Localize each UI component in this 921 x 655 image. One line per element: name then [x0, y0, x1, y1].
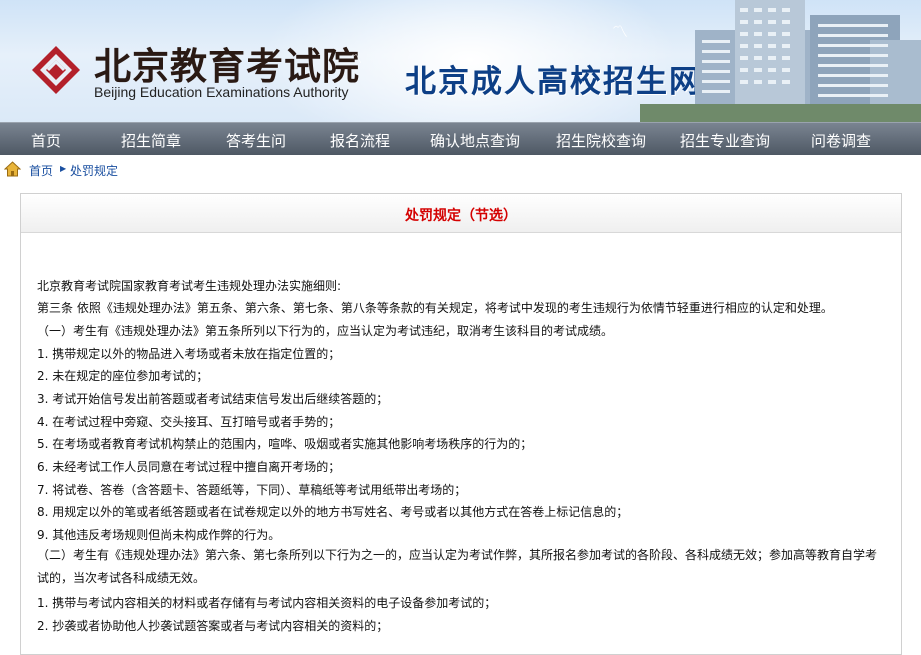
article-line: 3. 考试开始信号发出前答题或者考试结束信号发出后继续答题的；: [37, 392, 389, 406]
article-header: 处罚规定（节选）: [21, 194, 901, 233]
breadcrumb-separator-icon: ▶: [60, 164, 67, 173]
org-name-cn: 北京教育考试院: [94, 44, 360, 88]
article-paragraph: （二）考生有《违规处理办法》第六条、第七条所列以下行为之一的，应当认定为考试作弊…: [37, 548, 878, 585]
bird-icon: 〽: [350, 52, 363, 66]
article-line: 2. 抄袭或者协助他人抄袭试题答案或者与考试内容相关的资料的；: [37, 619, 389, 633]
nav-item-survey[interactable]: 问卷调查: [811, 130, 871, 151]
article-line: 8. 用规定以外的笔或者纸答题或者在试卷规定以外的地方书写姓名、考号或者以其他方…: [37, 505, 629, 519]
nav-item-home[interactable]: 首页: [31, 130, 61, 151]
article-line: （一）考生有《违规处理办法》第五条所列以下行为的，应当认定为考试违纪，取消考生该…: [37, 324, 614, 338]
article-line: 第三条 依照《违规处理办法》第五条、第六条、第七条、第八条等条款的有关规定，将考…: [37, 301, 833, 315]
nav-item-brochure[interactable]: 招生简章: [121, 130, 181, 151]
article-line: 北京教育考试院国家教育考试考生违规处理办法实施细则:: [37, 279, 342, 293]
breadcrumb-current-link[interactable]: 处罚规定: [70, 162, 118, 179]
article-line: 5. 在考场或者教育考试机构禁止的范围内，喧哗、吸烟或者实施其他影响考场秩序的行…: [37, 437, 533, 451]
home-icon[interactable]: [4, 161, 21, 177]
nav-item-process[interactable]: 报名流程: [330, 130, 390, 151]
breadcrumb: 首页 ▶ 处罚规定: [0, 156, 921, 182]
article-line: 6. 未经考试工作人员同意在考试过程中擅自离开考场的；: [37, 460, 341, 474]
bird-icon: 〽: [612, 22, 629, 41]
article-line: 9. 其他违反考场规则但尚未构成作弊的行为。: [37, 528, 281, 542]
article-title: 处罚规定（节选）: [405, 208, 517, 224]
article-line: 2. 未在规定的座位参加考试的；: [37, 369, 209, 383]
article-line: 7. 将试卷、答卷（含答题卡、答题纸等，下同）、草稿纸等考试用纸带出考场的；: [37, 483, 467, 497]
nav-item-faq[interactable]: 答考生问: [226, 130, 286, 151]
buildings-illustration: [640, 0, 921, 122]
nav-item-school-query[interactable]: 招生院校查询: [556, 130, 646, 151]
nav-item-major-query[interactable]: 招生专业查询: [680, 130, 770, 151]
article-line: 1. 携带与考试内容相关的材料或者存储有与考试内容相关资料的电子设备参加考试的；: [37, 596, 497, 610]
main-nav: 首页 招生简章 答考生问 报名流程 确认地点查询 招生院校查询 招生专业查询 问…: [0, 122, 921, 155]
article-line: 4. 在考试过程中旁窥、交头接耳、互打暗号或者手势的；: [37, 415, 341, 429]
header-banner: 北京教育考试院 Beijing Education Examinations A…: [0, 0, 921, 122]
article-line: 1. 携带规定以外的物品进入考场或者未放在指定位置的；: [37, 347, 341, 361]
article-panel: 处罚规定（节选） 北京教育考试院国家教育考试考生违规处理办法实施细则: 第三条 …: [20, 193, 902, 655]
nav-item-location-query[interactable]: 确认地点查询: [430, 130, 520, 151]
breadcrumb-home-link[interactable]: 首页: [29, 162, 53, 179]
org-name-en: Beijing Education Examinations Authority: [94, 84, 349, 100]
logo-icon: [32, 46, 80, 94]
